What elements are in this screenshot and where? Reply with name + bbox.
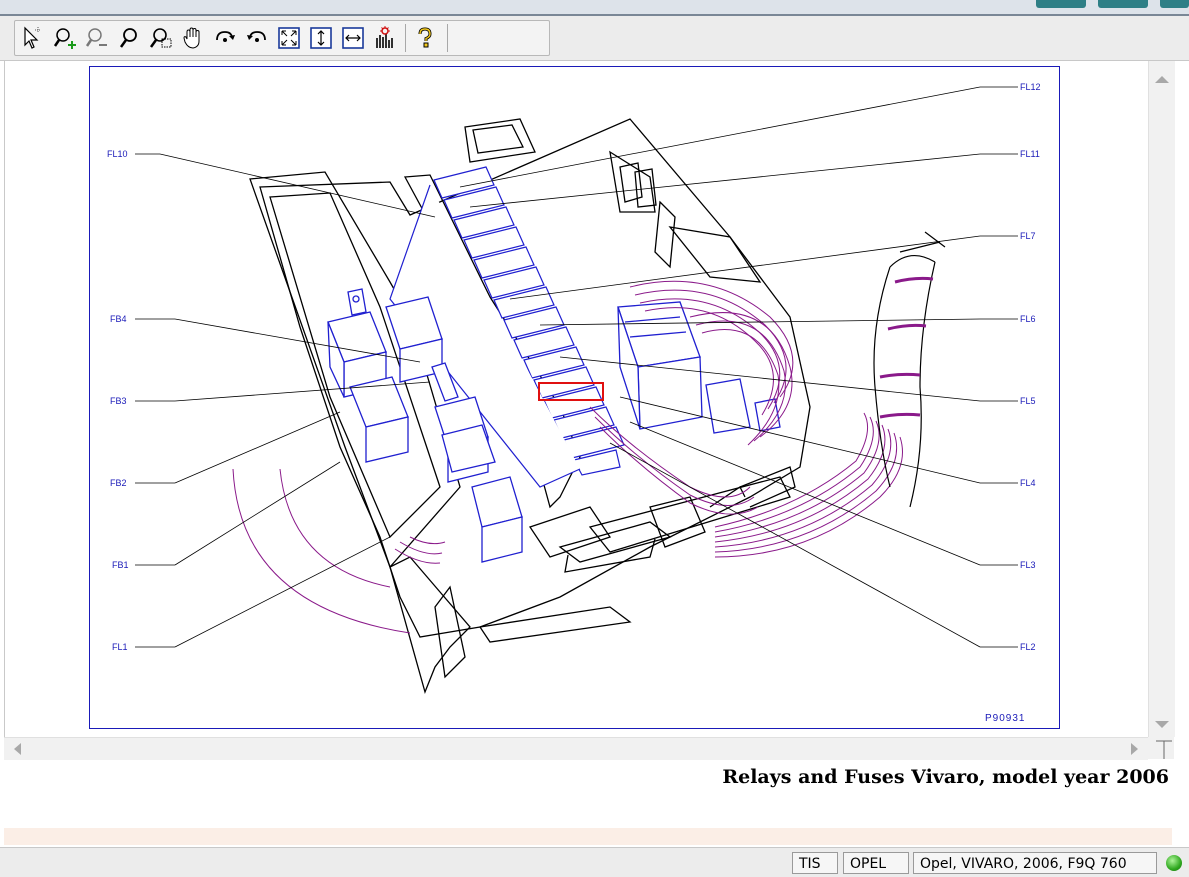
zoom-in-icon[interactable]	[53, 26, 77, 50]
zoom-out-icon[interactable]	[85, 26, 109, 50]
toolbar	[0, 16, 1189, 61]
fit-page-icon[interactable]	[277, 26, 301, 50]
label-fl4: FL4	[1020, 478, 1036, 488]
window-button[interactable]	[1036, 0, 1086, 8]
window-button[interactable]	[1160, 0, 1189, 8]
label-fl3: FL3	[1020, 560, 1036, 570]
label-fl6: FL6	[1020, 314, 1036, 324]
label-fl1: FL1	[112, 642, 128, 652]
status-app: TIS	[792, 852, 838, 874]
label-fl7: FL7	[1020, 231, 1036, 241]
label-fl2: FL2	[1020, 642, 1036, 652]
scroll-corner	[1148, 737, 1174, 759]
label-fl12: FL12	[1020, 82, 1041, 92]
status-indicator-icon	[1166, 855, 1182, 871]
diagram-caption: Relays and Fuses Vivaro, model year 2006	[722, 766, 1169, 788]
label-fb1: FB1	[112, 560, 129, 570]
zoom-window-icon[interactable]	[149, 26, 173, 50]
info-bar	[4, 828, 1172, 845]
toolbar-separator	[447, 24, 448, 52]
horizontal-scrollbar[interactable]	[4, 737, 1148, 760]
status-bar: TIS OPEL Opel, VIVARO, 2006, F9Q 760	[0, 847, 1189, 877]
help-icon[interactable]	[413, 26, 437, 50]
pan-hand-icon[interactable]	[181, 26, 205, 50]
scroll-right-icon[interactable]	[1124, 738, 1146, 760]
label-fb4: FB4	[110, 314, 127, 324]
vertical-scrollbar[interactable]	[1148, 61, 1175, 737]
fit-height-icon[interactable]	[309, 26, 333, 50]
label-fl10: FL10	[107, 149, 128, 159]
rotate-left-icon[interactable]	[245, 26, 269, 50]
window-top-strip	[0, 0, 1189, 16]
fit-width-icon[interactable]	[341, 26, 365, 50]
label-fb3: FB3	[110, 396, 127, 406]
harness-conduit-bands	[879, 276, 934, 419]
zoom-icon[interactable]	[117, 26, 141, 50]
highlight-icon[interactable]	[373, 26, 397, 50]
toolbar-separator	[405, 24, 406, 52]
rotate-right-icon[interactable]	[213, 26, 237, 50]
relay-fuse-diagram[interactable]: FL10 FB4 FB3 FB2 FB1 FL1 FL12 FL11 FL7 F…	[89, 66, 1060, 729]
window-button[interactable]	[1098, 0, 1148, 8]
scroll-up-icon[interactable]	[1149, 67, 1175, 93]
status-brand: OPEL	[843, 852, 909, 874]
resize-grip-icon[interactable]	[1148, 737, 1174, 759]
label-fl5: FL5	[1020, 396, 1036, 406]
scroll-left-icon[interactable]	[6, 738, 28, 760]
diagram-ref-code: P90931	[985, 713, 1025, 724]
toolbar-group	[14, 20, 550, 56]
status-vehicle: Opel, VIVARO, 2006, F9Q 760	[913, 852, 1157, 874]
label-fb2: FB2	[110, 478, 127, 488]
select-pointer-icon[interactable]	[21, 26, 45, 50]
scroll-down-icon[interactable]	[1149, 711, 1175, 737]
label-fl11: FL11	[1020, 149, 1040, 159]
